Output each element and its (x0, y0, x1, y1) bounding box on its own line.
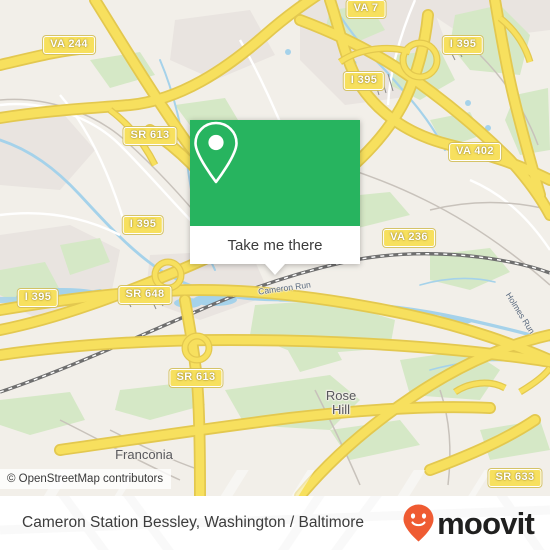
footer-bar: Cameron Station Bessley, Washington / Ba… (0, 496, 550, 550)
location-popup[interactable]: Take me there (190, 120, 360, 275)
page-title: Cameron Station Bessley, Washington / Ba… (22, 514, 365, 531)
road-shield-i-395-n: I 395 (343, 72, 385, 90)
moovit-smiley-pin-icon (403, 504, 434, 542)
road-shield-i-395-w: I 395 (122, 216, 164, 234)
popup-pin-panel (190, 120, 360, 226)
road-shield-va-7: VA 7 (346, 0, 386, 18)
place-label-franconia: Franconia (115, 447, 173, 462)
take-me-there-label: Take me there (227, 236, 323, 254)
popup-tail (265, 264, 285, 275)
road-shield-va-402: VA 402 (449, 143, 501, 161)
attribution-text: © OpenStreetMap contributors (7, 473, 164, 485)
place-label-rose-hill: Rose Hill (325, 388, 357, 417)
road-shield-sr-613-s: SR 613 (169, 369, 223, 387)
map-attribution[interactable]: © OpenStreetMap contributors (0, 469, 172, 489)
map-pin-icon (194, 121, 238, 184)
road-shield-sr-613-n: SR 613 (123, 127, 177, 145)
road-shield-i-395-ne: I 395 (442, 36, 484, 54)
road-shield-va-236: VA 236 (383, 229, 435, 247)
road-shield-i-395-sw: I 395 (17, 289, 59, 307)
take-me-there-button[interactable]: Take me there (190, 226, 360, 264)
map-canvas[interactable]: VA 7 VA 244 I 395 I 395 SR 613 VA 402 I … (0, 0, 550, 496)
road-shield-sr-648: SR 648 (118, 286, 172, 304)
road-shield-sr-633: SR 633 (488, 469, 542, 487)
road-shield-va-244: VA 244 (43, 36, 95, 54)
moovit-logo[interactable]: moovit (402, 503, 535, 543)
moovit-wordmark: moovit (437, 505, 535, 541)
moovit-map-screenshot: VA 7 VA 244 I 395 I 395 SR 613 VA 402 I … (0, 0, 550, 550)
